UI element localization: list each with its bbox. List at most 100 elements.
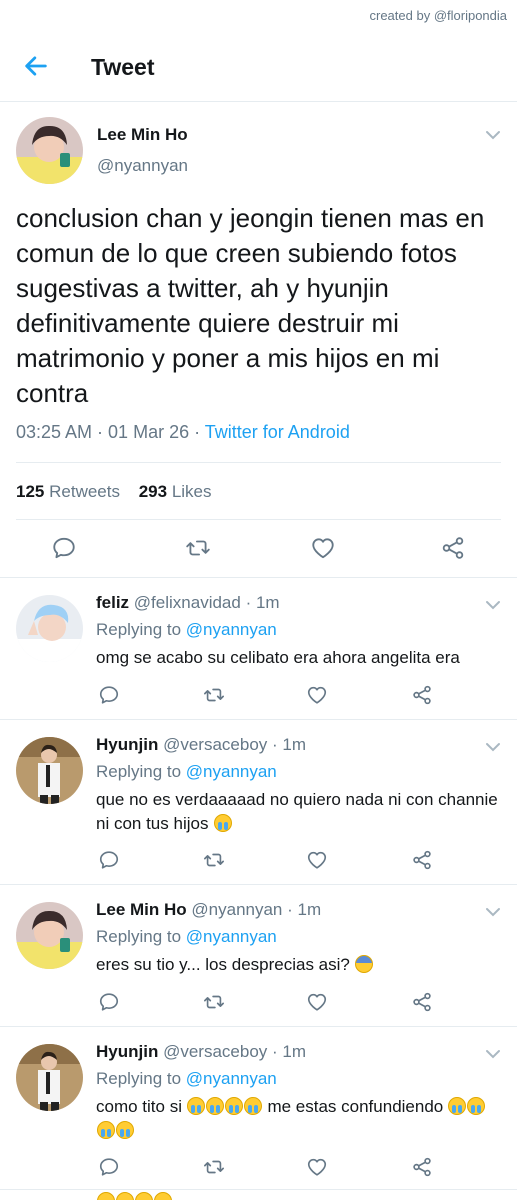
- mention-link[interactable]: @nyannyan: [186, 620, 277, 639]
- reply-time: · 1m: [272, 735, 307, 754]
- reply-text: omg se acabo su celibato era ahora angel…: [96, 646, 501, 670]
- loudly-crying-face-icon: [467, 1097, 486, 1115]
- tweet-text: conclusion chan y jeongin tienen mas en …: [16, 203, 485, 408]
- replying-to: Replying to @nyannyan: [96, 927, 277, 947]
- loudly-crying-face-icon: [213, 814, 232, 832]
- author-handle[interactable]: @versaceboy: [163, 735, 267, 754]
- reply-text-start: como tito si: [96, 1097, 182, 1116]
- chevron-down-icon[interactable]: [485, 1048, 501, 1060]
- share-icon[interactable]: [411, 849, 433, 871]
- share-icon[interactable]: [411, 1156, 433, 1178]
- retweet-icon[interactable]: [185, 535, 211, 561]
- loudly-crying-face-icon: [115, 1121, 134, 1139]
- heart-icon[interactable]: [306, 849, 328, 871]
- chevron-down-icon[interactable]: [485, 906, 501, 918]
- loudly-crying-face-icon: [115, 1192, 134, 1200]
- retweet-icon[interactable]: [203, 991, 225, 1013]
- replying-to: Replying to @nyannyan: [96, 1069, 277, 1089]
- author-handle[interactable]: @felixnavidad: [134, 593, 241, 612]
- comment-icon[interactable]: [98, 991, 120, 1013]
- avatar[interactable]: [16, 1044, 83, 1111]
- loudly-crying-face-icon: [96, 1121, 115, 1139]
- comment-icon[interactable]: [51, 535, 77, 561]
- loudly-crying-face-icon: [134, 1192, 153, 1200]
- likes-stat[interactable]: 293 Likes: [139, 482, 212, 501]
- likes-label: Likes: [171, 482, 212, 501]
- divider: [16, 462, 501, 463]
- loudly-crying-face-icon: [448, 1097, 467, 1115]
- reply-text-end: me estas confundiendo: [267, 1097, 444, 1116]
- reply-time: · 1m: [245, 593, 280, 612]
- author-handle[interactable]: @nyannyan: [97, 156, 188, 176]
- reply-header: feliz @felixnavidad · 1m: [96, 593, 280, 613]
- author-handle[interactable]: @nyannyan: [191, 900, 282, 919]
- share-icon[interactable]: [411, 991, 433, 1013]
- author-name[interactable]: Lee Min Ho: [96, 900, 187, 919]
- share-icon[interactable]: [411, 684, 433, 706]
- retweet-icon[interactable]: [203, 849, 225, 871]
- tweet-source-link[interactable]: Twitter for Android: [205, 422, 350, 442]
- avatar[interactable]: [16, 117, 83, 184]
- reply-time: · 1m: [287, 900, 322, 919]
- avatar[interactable]: [16, 595, 83, 662]
- tweet-stats: 125 Retweets 293 Likes: [16, 482, 226, 502]
- heart-icon[interactable]: [306, 991, 328, 1013]
- share-icon[interactable]: [440, 535, 466, 561]
- loudly-crying-face-icon: [153, 1192, 172, 1200]
- reply-header: Hyunjin @versaceboy · 1m: [96, 735, 306, 755]
- tweet-timestamp: 03:25 AM · 01 Mar 26 ·: [16, 422, 205, 442]
- credit-text: created by @floripondia: [369, 8, 508, 23]
- mention-link[interactable]: @nyannyan: [186, 1069, 277, 1088]
- comment-icon[interactable]: [98, 684, 120, 706]
- replying-to: Replying to @nyannyan: [96, 620, 277, 640]
- reply-text: que no es verdaaaaad no quiero nada ni c…: [96, 788, 501, 836]
- chevron-down-icon[interactable]: [485, 599, 501, 611]
- replying-prefix: Replying to: [96, 1069, 186, 1088]
- author-name[interactable]: Hyunjin: [96, 735, 158, 754]
- comment-icon[interactable]: [98, 1156, 120, 1178]
- tweet-meta: 03:25 AM · 01 Mar 26 · Twitter for Andro…: [16, 422, 350, 443]
- avatar[interactable]: [16, 902, 83, 969]
- mention-link[interactable]: @nyannyan: [186, 927, 277, 946]
- heart-icon[interactable]: [310, 535, 336, 561]
- avatar[interactable]: [16, 737, 83, 804]
- author-name[interactable]: feliz: [96, 593, 129, 612]
- heart-icon[interactable]: [306, 684, 328, 706]
- main-tweet: Lee Min Ho @nyannyan conclusion chan y j…: [0, 103, 517, 578]
- page-title: Tweet: [91, 54, 155, 80]
- loudly-crying-face-icon: [206, 1097, 225, 1115]
- loudly-crying-face-icon: [96, 1192, 115, 1200]
- reply-tweet[interactable]: Hyunjin @versaceboy · 1m Replying to @ny…: [0, 1028, 517, 1190]
- retweets-count: 125: [16, 482, 45, 501]
- top-app-bar: Tweet: [0, 30, 517, 102]
- retweet-icon[interactable]: [203, 684, 225, 706]
- retweets-stat[interactable]: 125 Retweets: [16, 482, 120, 501]
- fearful-face-icon: [355, 955, 374, 973]
- arrow-left-icon[interactable]: [22, 52, 50, 80]
- loudly-crying-face-icon: [187, 1097, 206, 1115]
- loudly-crying-face-icon: [225, 1097, 244, 1115]
- heart-icon[interactable]: [306, 1156, 328, 1178]
- reply-header: Lee Min Ho @nyannyan · 1m: [96, 900, 321, 920]
- replying-prefix: Replying to: [96, 927, 186, 946]
- comment-icon[interactable]: [98, 849, 120, 871]
- reply-tweet[interactable]: feliz @felixnavidad · 1m Replying to @ny…: [0, 579, 517, 720]
- replying-prefix: Replying to: [96, 620, 186, 639]
- author-name[interactable]: Lee Min Ho: [97, 125, 188, 145]
- chevron-down-icon[interactable]: [485, 129, 501, 141]
- author-name[interactable]: Hyunjin: [96, 1042, 158, 1061]
- reply-tweet[interactable]: Hyunjin @versaceboy · 1m Replying to @ny…: [0, 721, 517, 885]
- retweet-icon[interactable]: [203, 1156, 225, 1178]
- likes-count: 293: [138, 482, 168, 501]
- reply-time: · 1m: [272, 1042, 307, 1061]
- loudly-crying-face-icon: [244, 1097, 263, 1115]
- author-handle[interactable]: @versaceboy: [163, 1042, 267, 1061]
- replying-prefix: Replying to: [96, 762, 186, 781]
- mention-link[interactable]: @nyannyan: [186, 762, 277, 781]
- reply-text: eres su tio y... los desprecias asi?: [96, 953, 501, 977]
- chevron-down-icon[interactable]: [485, 741, 501, 753]
- reply-text: como tito si me estas confundiendo: [96, 1095, 501, 1143]
- retweets-label: Retweets: [49, 482, 120, 501]
- reply-tweet[interactable]: Lee Min Ho @nyannyan · 1m Replying to @n…: [0, 886, 517, 1027]
- next-reply-cutoff: [96, 1192, 196, 1200]
